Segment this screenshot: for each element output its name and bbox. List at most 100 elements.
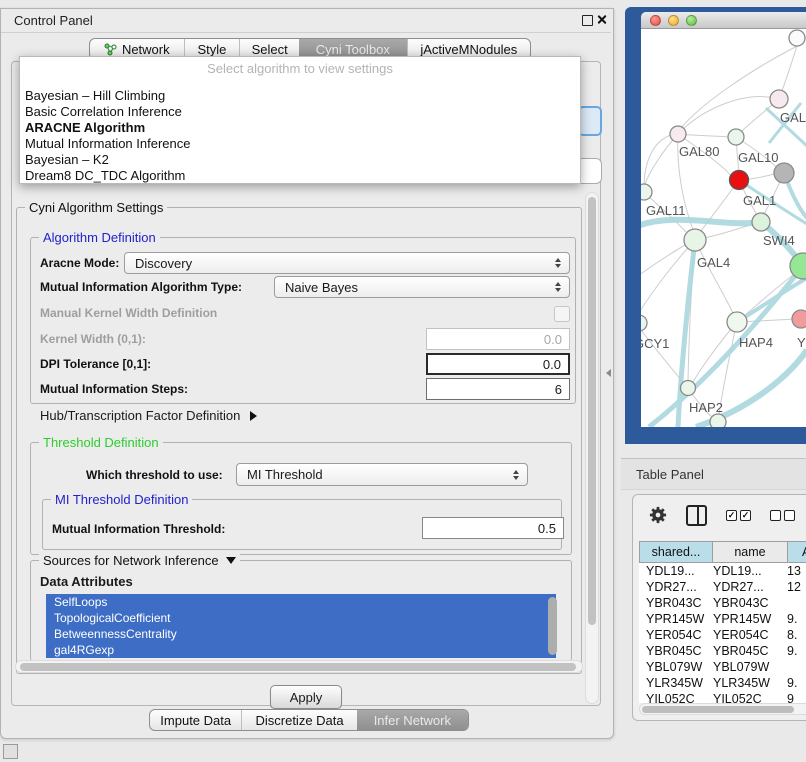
algorithm-definition-title: Algorithm Definition: [39, 230, 160, 245]
hub-definition-toggle[interactable]: Hub/Transcription Factor Definition: [40, 408, 257, 423]
network-node[interactable]: [684, 229, 706, 251]
column-header-shared-name[interactable]: shared...: [639, 541, 713, 563]
cell-name: YBR045C: [713, 644, 787, 658]
mi-threshold-field[interactable]: 0.5: [422, 517, 564, 539]
panel-horizontal-scrollbar[interactable]: [15, 660, 583, 673]
table-row[interactable]: YDR27... YDR27... 12: [639, 579, 806, 595]
deselect-all-columns-icon[interactable]: [770, 510, 795, 521]
dropdown-item[interactable]: Bayesian – Hill Climbing: [20, 88, 580, 104]
list-scrollbar-thumb[interactable]: [548, 597, 557, 655]
tab-select-label: Select: [252, 42, 288, 57]
network-graph-canvas[interactable]: GAL GAL80 GAL10 GAL1 GAL11 SWI4 GAL4 GCY…: [641, 28, 806, 427]
network-node[interactable]: [727, 312, 747, 332]
tab-infer-network[interactable]: Infer Network: [357, 710, 468, 730]
table-body[interactable]: YDL19... YDL19... 13 YDR27... YDR27... 1…: [639, 563, 806, 703]
data-attributes-list[interactable]: SelfLoops TopologicalCoefficient Between…: [46, 594, 556, 658]
which-threshold-combo[interactable]: MI Threshold: [236, 463, 528, 486]
column-header-clipped[interactable]: A: [787, 541, 806, 563]
dropdown-item-selected[interactable]: ARACNE Algorithm: [20, 120, 580, 136]
select-all-columns-icon[interactable]: ✓✓: [726, 510, 751, 521]
network-node[interactable]: [681, 381, 696, 396]
list-item[interactable]: BetweennessCentrality: [46, 626, 556, 642]
mi-steps-value: 6: [555, 382, 562, 397]
splitter-collapse-arrow[interactable]: [606, 369, 611, 377]
cell-name: YDL19...: [713, 564, 787, 578]
list-item[interactable]: SelfLoops: [46, 594, 556, 610]
algorithm-dropdown-prompt: Select algorithm to view settings: [20, 57, 580, 81]
dropdown-item[interactable]: Bayesian – K2: [20, 152, 580, 168]
table-row[interactable]: YBL079W YBL079W: [639, 659, 806, 675]
collapsed-panel-grabber[interactable]: [3, 744, 18, 759]
bottom-tabbar: Impute Data Discretize Data Infer Networ…: [149, 709, 469, 731]
split-columns-icon[interactable]: [686, 505, 707, 526]
kernel-width-field[interactable]: 0.0: [426, 328, 570, 350]
table-row[interactable]: YIL052C YIL052C 9: [639, 691, 806, 703]
dpi-tolerance-field[interactable]: 0.0: [426, 353, 570, 375]
table-row[interactable]: YLR345W YLR345W 9.: [639, 675, 806, 691]
gear-icon[interactable]: [649, 506, 667, 524]
network-node[interactable]: [789, 30, 805, 46]
network-node[interactable]: [774, 163, 794, 183]
float-window-icon[interactable]: [582, 15, 593, 26]
table-horizontal-scrollbar-thumb[interactable]: [642, 706, 794, 713]
cyni-algorithm-settings-title: Cyni Algorithm Settings: [25, 200, 167, 215]
algorithm-combo-fragment[interactable]: [578, 106, 602, 136]
network-view-window: GAL GAL80 GAL10 GAL1 GAL11 SWI4 GAL4 GCY…: [641, 12, 806, 427]
table-row[interactable]: YPR145W YPR145W 9.: [639, 611, 806, 627]
cell-value: 12: [787, 580, 806, 594]
panel-vertical-scrollbar-thumb[interactable]: [588, 197, 596, 625]
dropdown-item[interactable]: Mutual Information Inference: [20, 136, 580, 152]
table-row[interactable]: YBR045C YBR045C 9.: [639, 643, 806, 659]
network-node[interactable]: [770, 90, 788, 108]
network-node[interactable]: [752, 213, 770, 231]
close-traffic-light-icon[interactable]: [650, 15, 661, 26]
cell-shared-name: YDL19...: [639, 564, 713, 578]
network-node[interactable]: [670, 126, 686, 142]
combo-stepper-icon: [555, 282, 561, 292]
tab-jactivemnodules-label: jActiveMNodules: [420, 42, 517, 57]
mi-algorithm-type-combo[interactable]: Naive Bayes: [274, 276, 570, 298]
cell-name: YER054C: [713, 628, 787, 642]
sources-group-title-row[interactable]: Sources for Network Inference: [39, 553, 240, 568]
table-panel-titlebar[interactable]: Table Panel: [621, 458, 806, 490]
network-node[interactable]: [792, 310, 806, 328]
network-node[interactable]: [728, 129, 744, 145]
network-node[interactable]: [641, 315, 647, 331]
column-header-name[interactable]: name: [712, 541, 788, 563]
network-node-label: GCY1: [641, 336, 669, 351]
control-panel-titlebar[interactable]: Control Panel: [1, 9, 611, 33]
tab-discretize-data[interactable]: Discretize Data: [241, 710, 356, 730]
table-row[interactable]: YBR043C YBR043C: [639, 595, 806, 611]
list-item[interactable]: TopologicalCoefficient: [46, 610, 556, 626]
threshold-definition-title: Threshold Definition: [39, 435, 163, 450]
panel-vertical-scrollbar[interactable]: [585, 192, 599, 704]
cell-name: YLR345W: [713, 676, 787, 690]
collapse-arrow-icon: [226, 557, 236, 564]
network-window-titlebar[interactable]: [641, 12, 806, 29]
combo-stepper-icon: [555, 258, 561, 268]
aracne-mode-value: Discovery: [135, 256, 192, 271]
tab-impute-data[interactable]: Impute Data: [150, 710, 241, 730]
manual-kernel-checkbox[interactable]: [554, 306, 570, 322]
network-nodes[interactable]: [641, 30, 806, 427]
zoom-traffic-light-icon[interactable]: [686, 15, 697, 26]
list-item[interactable]: gal4RGexp: [46, 642, 556, 658]
apply-button[interactable]: Apply: [270, 685, 342, 709]
table-row[interactable]: YER054C YER054C 8.: [639, 627, 806, 643]
aracne-mode-combo[interactable]: Discovery: [124, 252, 570, 274]
panel-horizontal-scrollbar-thumb[interactable]: [20, 663, 576, 671]
cell-value: 9.: [787, 644, 806, 658]
table-row[interactable]: YDL19... YDL19... 13: [639, 563, 806, 579]
minimize-traffic-light-icon[interactable]: [668, 15, 679, 26]
network-node-label: GAL80: [679, 144, 719, 159]
table-horizontal-scrollbar[interactable]: [639, 703, 806, 715]
mi-steps-label: Mutual Information Steps:: [40, 382, 188, 396]
network-node[interactable]: [641, 184, 652, 200]
dropdown-item[interactable]: Basic Correlation Inference: [20, 104, 580, 120]
cell-shared-name: YIL052C: [639, 692, 713, 703]
network-node-label: SWI4: [763, 233, 795, 248]
network-node-selected[interactable]: [730, 171, 749, 190]
mi-steps-field[interactable]: 6: [426, 378, 570, 400]
dropdown-item[interactable]: Dream8 DC_TDC Algorithm: [20, 168, 580, 184]
network-node[interactable]: [710, 414, 726, 427]
